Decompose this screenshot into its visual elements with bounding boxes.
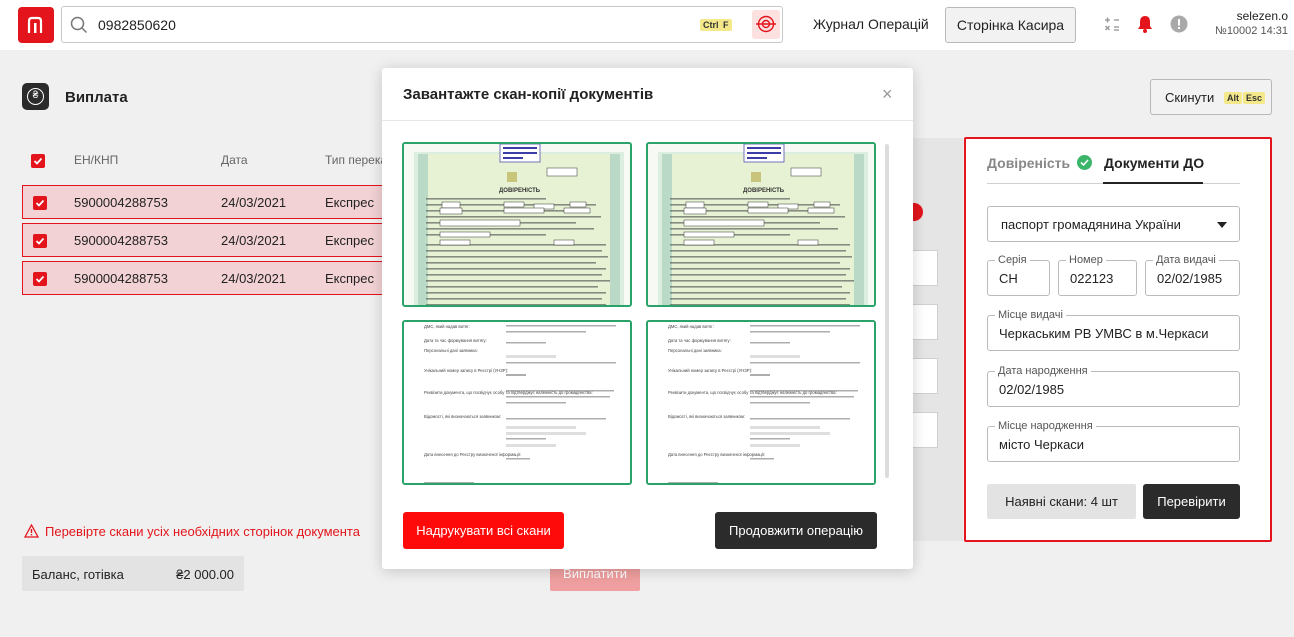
scan-thumbnail[interactable]: ДМС, який надав витяг: Дата та час форму… [646, 320, 876, 485]
scan-doc-title: ДОВІРЕНІСТЬ [743, 188, 785, 194]
continue-operation-button[interactable]: Продовжити операцію [715, 512, 877, 549]
scan-gallery: ДОВІРЕНІСТЬ ДОВІРЕНІСТЬ ДМС, який надав … [402, 142, 882, 486]
scan-doc-title: ДОВІРЕНІСТЬ [499, 188, 541, 194]
scan-line: Дата внесення до Реєстру визначеної інфо… [668, 452, 765, 457]
scan-thumbnail[interactable]: ДОВІРЕНІСТЬ [402, 142, 632, 307]
modal-title: Завантажте скан-копії документів [403, 86, 654, 103]
scrollbar[interactable] [885, 144, 889, 478]
close-icon[interactable]: × [882, 85, 893, 103]
scan-line: Відомості, які визначаються заявником: [424, 414, 501, 419]
print-all-scans-button[interactable]: Надрукувати всі скани [403, 512, 564, 549]
scan-line: Персональні дані заявника: [424, 348, 478, 353]
scan-line: Унікальний номер запису в Реєстрі (УНЗР)… [668, 368, 752, 373]
scan-line: ДМС, який надав витяг: [424, 324, 470, 329]
scan-line: Відомості, які визначаються заявником: [668, 414, 745, 419]
scan-line: Дата та час формування витягу: [424, 338, 487, 343]
scan-line: Персональні дані заявника: [668, 348, 722, 353]
scan-thumbnail[interactable]: ДОВІРЕНІСТЬ [646, 142, 876, 307]
scan-thumbnail[interactable]: ДМС, який надав витяг: Дата та час форму… [402, 320, 632, 485]
scan-line: Дата та час формування витягу: [668, 338, 731, 343]
scan-line: ДМС, який надав витяг: [668, 324, 714, 329]
modal-divider [382, 120, 913, 121]
scan-line: Унікальний номер запису в Реєстрі (УНЗР)… [424, 368, 508, 373]
upload-scans-modal: Завантажте скан-копії документів × ДОВІР… [382, 68, 913, 569]
scan-line: Дата внесення до Реєстру визначеної інфо… [424, 452, 521, 457]
